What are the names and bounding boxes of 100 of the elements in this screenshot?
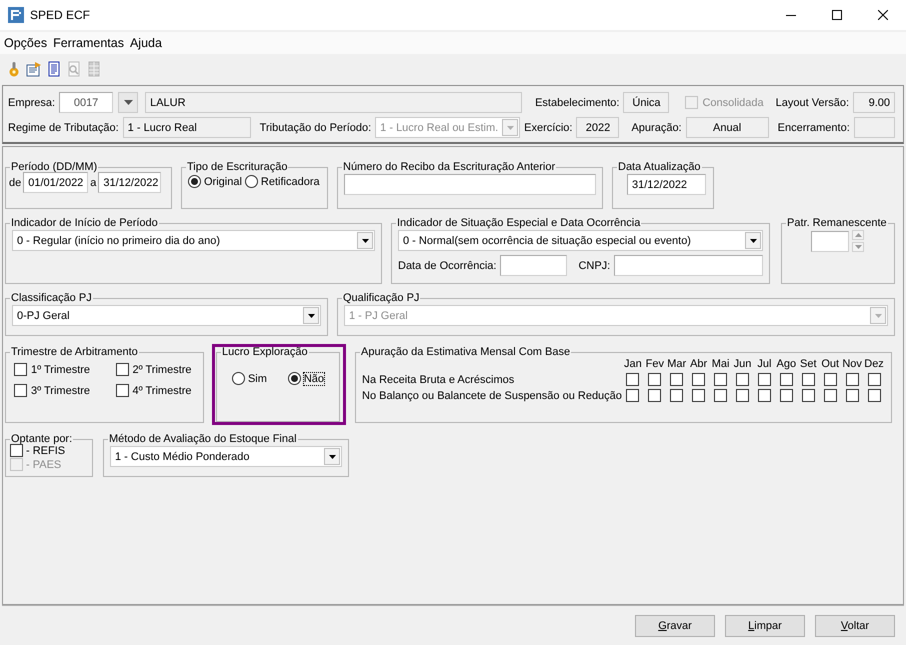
checkbox[interactable] [648, 389, 662, 402]
month-label: Fev [644, 358, 665, 370]
date-field[interactable] [500, 255, 568, 276]
receipt-number-field[interactable] [344, 174, 596, 195]
row-label: No Balanço ou Balancete de Suspensão ou Redução [362, 390, 622, 402]
radio-button[interactable] [244, 175, 258, 188]
action-button[interactable]: Gravar [635, 614, 715, 636]
checkbox[interactable] [648, 373, 662, 386]
checkbox[interactable] [10, 444, 23, 457]
company-name-field: LALUR [145, 92, 522, 113]
radio-button[interactable] [288, 372, 301, 385]
radio-label: Sim [248, 372, 267, 384]
group-title: Lucro Exploração [222, 346, 308, 358]
checkbox-label: 3º Trimestre [31, 384, 90, 396]
month-label: Abr [689, 358, 708, 370]
radio-button[interactable] [232, 372, 245, 385]
caret-icon[interactable] [303, 307, 319, 324]
group-title: Classificação PJ [11, 292, 92, 304]
classification-dropdown[interactable]: 0-PJ Geral [12, 305, 321, 326]
checkbox[interactable] [670, 389, 684, 402]
month-label: Mar [666, 358, 688, 370]
checkbox[interactable] [736, 373, 749, 386]
checkbox[interactable] [868, 389, 881, 402]
field-label: Encerramento: [778, 122, 850, 134]
inventory-method-dropdown[interactable]: 1 - Custo Médio Ponderado [110, 446, 342, 467]
checkbox[interactable] [116, 384, 128, 397]
caret-icon [124, 100, 133, 105]
field-label: Data de Ocorrência: [398, 260, 496, 272]
checkbox[interactable] [626, 373, 640, 386]
checkbox[interactable] [780, 373, 793, 386]
window-title: SPED ECF [30, 8, 92, 22]
group-title: Período (DD/MM) [11, 161, 98, 173]
radio-label: Não [304, 372, 324, 384]
checkbox-label: - PAES [26, 458, 62, 470]
checkbox-label: - REFIS [26, 444, 66, 456]
checkbox-label: 4º Trimestre [132, 384, 192, 396]
checkbox[interactable] [626, 389, 640, 402]
checkbox[interactable] [824, 389, 837, 402]
start-indicator-dropdown[interactable]: 0 - Regular (início no primeiro dia do ano) [12, 230, 375, 251]
number-field[interactable] [811, 230, 849, 252]
layout-version-field: 9.00 [853, 92, 895, 113]
document-icon[interactable] [46, 60, 62, 76]
caret-icon[interactable] [745, 232, 761, 249]
caret-icon[interactable] [357, 232, 373, 249]
dropdown-button[interactable] [118, 92, 138, 113]
menu-item[interactable]: Ferramentas [50, 34, 127, 52]
checkbox[interactable] [780, 389, 793, 402]
checkbox[interactable] [714, 389, 728, 402]
field-label: Tributação do Período: [260, 122, 372, 134]
assessment-field: Anual [686, 117, 769, 138]
action-button[interactable]: Limpar [725, 614, 805, 636]
month-label: Dez [863, 358, 885, 370]
checkbox[interactable] [692, 373, 706, 386]
fiscal-year-field: 2022 [576, 117, 620, 138]
field-label: Estabelecimento: [535, 96, 620, 108]
field-label: de [9, 176, 22, 188]
menu-item[interactable]: Opções [1, 34, 50, 52]
checkbox[interactable] [802, 389, 815, 402]
caret-icon[interactable] [324, 448, 340, 465]
action-button[interactable]: Voltar [815, 614, 895, 636]
checkbox[interactable] [868, 373, 881, 386]
establishment-field: Única [623, 92, 670, 113]
checkbox[interactable] [758, 389, 771, 402]
checkbox[interactable] [758, 373, 771, 386]
group-title: Indicador de Início de Período [11, 217, 158, 229]
month-label: Set [799, 358, 818, 370]
date-field[interactable]: 31/12/2022 [627, 174, 706, 195]
special-situation-dropdown[interactable]: 0 - Normal(sem ocorrência de situação especial ou evento) [398, 230, 763, 251]
checkbox[interactable] [846, 373, 859, 386]
group-title: Data Atualização [618, 161, 701, 173]
radio-label: Original [204, 176, 242, 188]
group-title: Apuração da Estimativa Mensal Com Base [361, 346, 570, 358]
checkbox[interactable] [14, 384, 27, 397]
form-icon[interactable] [26, 60, 42, 76]
checkbox[interactable] [692, 389, 706, 402]
checkbox[interactable] [846, 389, 859, 402]
date-field[interactable]: 01/01/2022 [23, 172, 88, 193]
month-label: Jan [623, 358, 643, 370]
month-label: Out [820, 358, 840, 370]
up-arrow-icon[interactable] [852, 230, 864, 240]
group-title: Método de Avaliação do Estoque Final [109, 433, 297, 445]
radio-label: Retificadora [260, 176, 320, 188]
checkbox[interactable] [116, 363, 128, 376]
checkbox[interactable] [714, 373, 728, 386]
cnpj-field[interactable] [614, 255, 763, 276]
radio-button[interactable] [188, 175, 201, 188]
down-arrow-icon[interactable] [852, 242, 864, 252]
checkbox[interactable] [802, 373, 815, 386]
checkbox[interactable] [14, 363, 27, 376]
group-title: Indicador de Situação Especial e Data Ocorrência [397, 217, 640, 229]
checkbox[interactable] [824, 373, 837, 386]
field-label: Layout Versão: [776, 96, 849, 108]
group-title: Optante por: [11, 433, 72, 445]
menu-item[interactable]: Ajuda [126, 34, 165, 52]
company-code-field[interactable]: 0017 [59, 92, 114, 113]
month-label: Ago [776, 358, 798, 370]
group-title: Número do Recibo da Escrituração Anterior [343, 161, 556, 173]
date-field[interactable]: 31/12/2022 [98, 172, 162, 193]
checkbox[interactable] [670, 373, 684, 386]
checkbox[interactable] [736, 389, 749, 402]
